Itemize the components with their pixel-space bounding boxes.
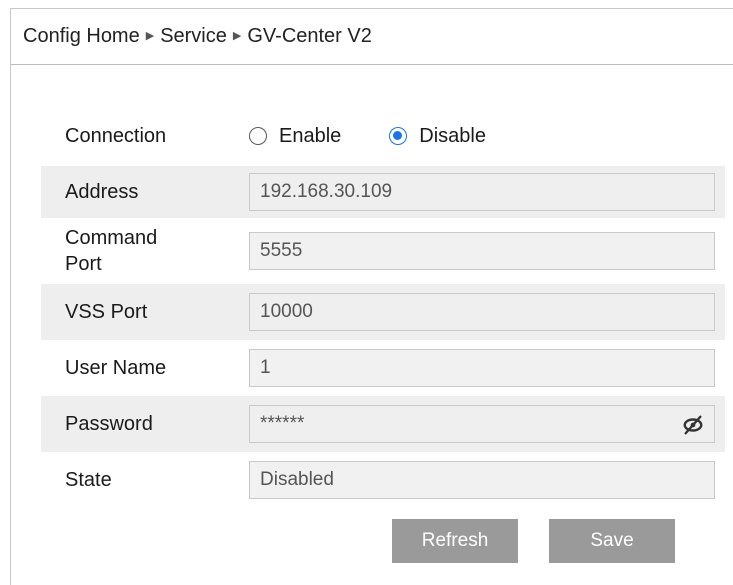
vss-port-row: VSS Port 10000	[41, 284, 725, 340]
breadcrumb-config-home[interactable]: Config Home	[23, 25, 140, 48]
user-name-field[interactable]: 1	[249, 349, 715, 387]
address-row: Address 192.168.30.109	[41, 166, 725, 218]
enable-radio-icon[interactable]	[249, 127, 267, 145]
state-field: Disabled	[249, 461, 715, 499]
refresh-button[interactable]: Refresh	[392, 519, 518, 563]
connection-radio-group: Enable Disable	[249, 125, 534, 148]
disable-radio-icon[interactable]	[389, 127, 408, 145]
state-label: State	[65, 469, 112, 491]
password-value: ******	[260, 413, 305, 434]
breadcrumb: Config Home ▶ Service ▶ GV-Center V2	[11, 9, 733, 65]
connection-disable-option[interactable]: Disable	[389, 125, 486, 148]
password-label: Password	[65, 413, 153, 435]
password-field[interactable]: ******	[249, 405, 715, 443]
address-field[interactable]: 192.168.30.109	[249, 173, 715, 211]
save-button[interactable]: Save	[549, 519, 675, 563]
connection-enable-option[interactable]: Enable	[249, 125, 341, 148]
command-port-row: Command Port 5555	[41, 218, 725, 284]
user-name-row: User Name 1	[41, 340, 725, 396]
address-label: Address	[65, 181, 139, 203]
config-panel: Config Home ▶ Service ▶ GV-Center V2 Con…	[10, 8, 733, 585]
user-name-label: User Name	[65, 357, 167, 379]
vss-port-label: VSS Port	[65, 301, 148, 323]
enable-radio-label: Enable	[279, 124, 342, 147]
disable-radio-label: Disable	[419, 124, 486, 147]
connection-label: Connection	[65, 125, 167, 147]
form-actions: Refresh Save	[392, 519, 675, 563]
state-row: State Disabled	[41, 452, 725, 508]
command-port-label: Command Port	[65, 227, 158, 275]
breadcrumb-gv-center-v2: GV-Center V2	[247, 25, 372, 47]
breadcrumb-service[interactable]: Service	[160, 25, 227, 48]
breadcrumb-separator-icon: ▶	[232, 30, 242, 42]
vss-port-field[interactable]: 10000	[249, 293, 715, 331]
gv-center-form: Connection Enable Disable Address 192.16…	[41, 106, 725, 508]
connection-row: Connection Enable Disable	[41, 106, 725, 166]
eye-slash-icon[interactable]	[682, 414, 704, 436]
command-port-field[interactable]: 5555	[249, 232, 715, 270]
password-row: Password ******	[41, 396, 725, 452]
breadcrumb-separator-icon: ▶	[145, 30, 155, 42]
